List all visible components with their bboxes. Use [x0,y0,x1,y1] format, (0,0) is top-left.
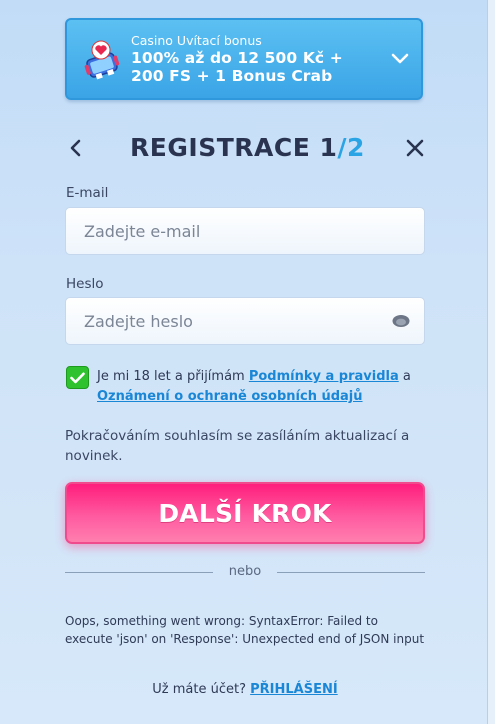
email-label: E-mail [66,185,109,201]
login-link[interactable]: PŘIHLÁŠENÍ [250,682,338,697]
privacy-link[interactable]: Oznámení o ochraně osobních údajů [97,389,363,404]
error-message: Oops, something went wrong: SyntaxError:… [65,614,425,646]
title-prefix: REGISTRACE 1 [130,133,338,162]
next-step-button[interactable]: DALŠÍ KROK [65,482,425,544]
chevron-down-icon[interactable] [391,53,409,65]
title-step-total: 2 [347,133,365,162]
close-icon[interactable] [406,139,424,157]
password-label: Heslo [66,276,104,292]
terms-mid: a [398,369,411,384]
terms-link[interactable]: Podmínky a pravidla [249,369,399,384]
crab-machine-icon [84,40,120,80]
password-field[interactable] [82,310,424,332]
welcome-bonus-selector[interactable]: Casino Uvítací bonus 100% až do 12 500 K… [65,18,423,100]
terms-checkbox[interactable] [66,366,89,389]
terms-text: Je mi 18 let a přijímám Podmínky a pravi… [97,367,417,407]
bonus-title-line2: 200 FS + 1 Bonus Crab [131,67,333,85]
consent-text: Pokračováním souhlasím se zasíláním aktu… [65,428,410,464]
login-prompt-text: Už máte účet? [152,682,251,697]
right-frame-edge [487,0,495,724]
terms-prefix: Je mi 18 let a přijímám [97,369,249,384]
eye-icon[interactable] [392,314,410,328]
divider-line-right [277,572,425,573]
next-step-label: DALŠÍ KROK [158,498,332,528]
login-prompt: Už máte účet? PŘIHLÁŠENÍ [0,682,490,697]
title-slash: / [337,133,348,162]
bonus-kicker: Casino Uvítací bonus [131,33,262,48]
password-field-wrapper [65,297,425,345]
email-field[interactable] [82,220,424,242]
email-field-wrapper [65,207,425,255]
checkmark-icon [70,372,85,383]
or-divider: nebo [65,563,425,581]
bonus-title-line1: 100% až do 12 500 Kč + [131,49,343,67]
